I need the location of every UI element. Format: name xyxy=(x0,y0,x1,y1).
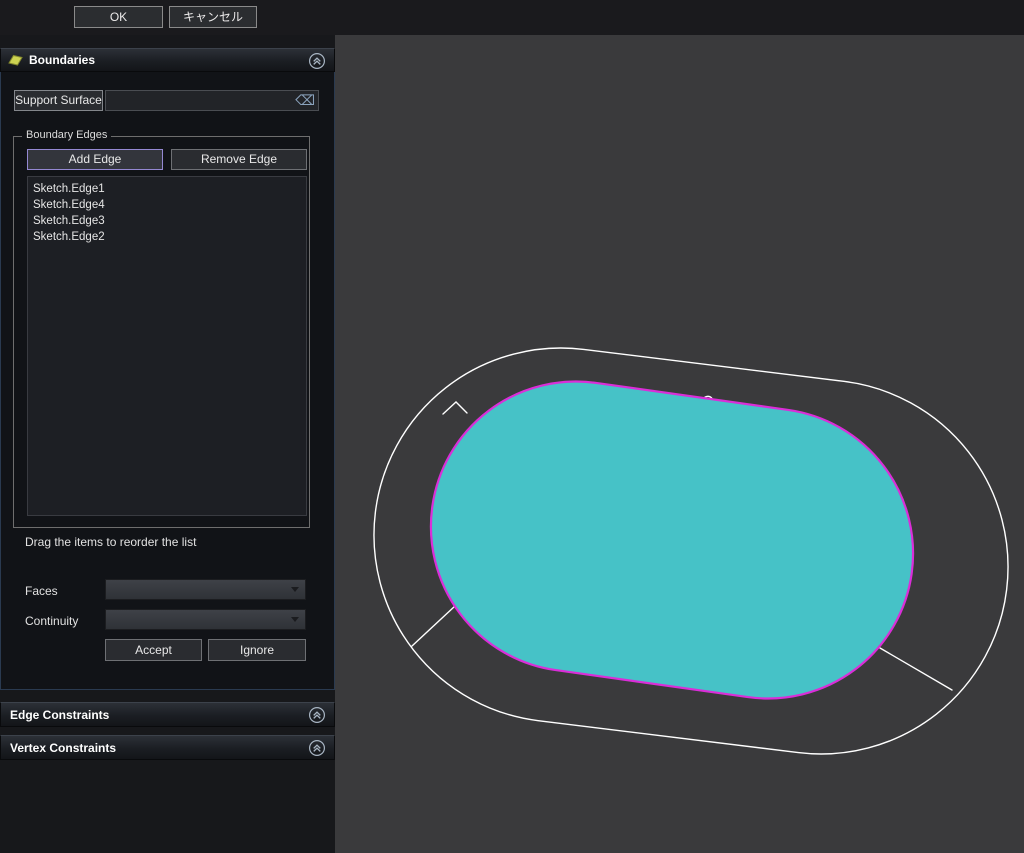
edge-constraints-section[interactable]: Edge Constraints xyxy=(0,702,335,727)
vertex-constraints-section[interactable]: Vertex Constraints xyxy=(0,735,335,760)
continuity-dropdown[interactable] xyxy=(105,609,306,630)
boundary-surface-face[interactable] xyxy=(412,363,932,718)
support-surface-field-wrap: ⌫ xyxy=(105,90,319,111)
cancel-button[interactable]: キャンセル xyxy=(169,6,257,28)
edge-constraints-title: Edge Constraints xyxy=(10,708,109,722)
list-item[interactable]: Sketch.Edge4 xyxy=(28,197,306,213)
edge-list[interactable]: Sketch.Edge1 Sketch.Edge4 Sketch.Edge3 S… xyxy=(27,176,307,516)
boundary-edges-group-title: Boundary Edges xyxy=(22,129,111,141)
vertex-marker-topleft xyxy=(443,402,467,414)
faces-label: Faces xyxy=(25,584,58,598)
3d-scene xyxy=(335,35,1024,853)
boundaries-panel-title: Boundaries xyxy=(29,53,95,67)
drag-hint-text: Drag the items to reorder the list xyxy=(25,535,196,549)
dialog-button-bar: OK キャンセル xyxy=(0,0,1024,35)
ignore-button[interactable]: Ignore xyxy=(208,639,306,661)
ok-button[interactable]: OK xyxy=(74,6,163,28)
collapse-chevron-icon[interactable] xyxy=(308,52,326,70)
3d-viewport[interactable] xyxy=(335,35,1024,853)
list-item[interactable]: Sketch.Edge1 xyxy=(28,181,306,197)
chevron-down-icon xyxy=(291,617,299,622)
edge-separator-left xyxy=(412,606,455,646)
edge-separator-right xyxy=(880,648,952,690)
list-item[interactable]: Sketch.Edge3 xyxy=(28,213,306,229)
faces-dropdown[interactable] xyxy=(105,579,306,600)
list-item[interactable]: Sketch.Edge2 xyxy=(28,229,306,245)
vertex-constraints-title: Vertex Constraints xyxy=(10,741,116,755)
surface-icon xyxy=(8,54,23,67)
boundary-edges-group: Boundary Edges Add Edge Remove Edge Sket… xyxy=(13,136,310,528)
clear-field-icon[interactable]: ⌫ xyxy=(295,92,315,109)
accept-button[interactable]: Accept xyxy=(105,639,202,661)
continuity-label: Continuity xyxy=(25,614,78,628)
boundaries-panel: Boundaries Support Surface ⌫ Boundary Ed… xyxy=(0,48,335,690)
boundaries-panel-header[interactable]: Boundaries xyxy=(0,48,335,72)
support-surface-input[interactable] xyxy=(108,92,298,109)
support-surface-button[interactable]: Support Surface xyxy=(14,90,103,111)
chevron-down-icon xyxy=(291,587,299,592)
remove-edge-button[interactable]: Remove Edge xyxy=(171,149,307,170)
collapse-chevron-icon[interactable] xyxy=(308,739,326,757)
add-edge-button[interactable]: Add Edge xyxy=(27,149,163,170)
collapse-chevron-icon[interactable] xyxy=(308,706,326,724)
